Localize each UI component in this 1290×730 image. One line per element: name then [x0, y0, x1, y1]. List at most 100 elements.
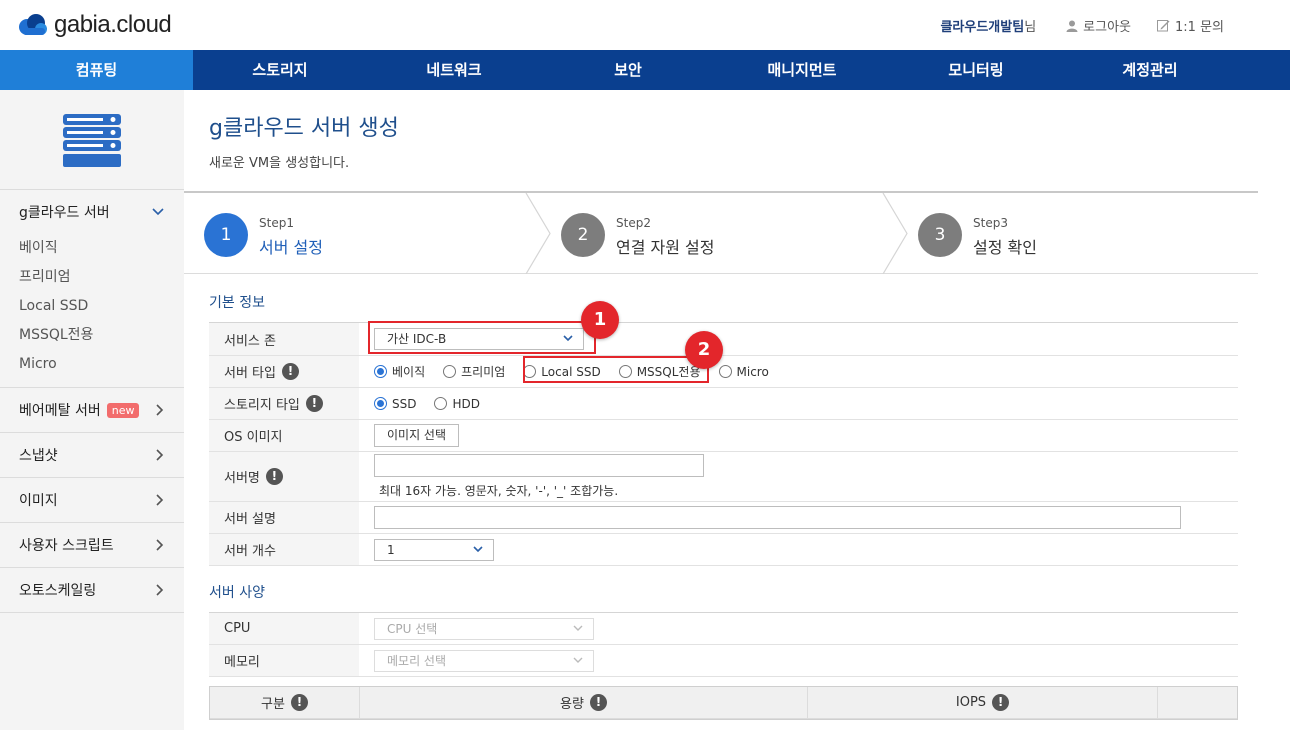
basic-info-title: 기본 정보 — [209, 295, 265, 311]
sidebar-item-basic[interactable]: 베이직 — [19, 234, 184, 263]
chevron-down-icon — [473, 545, 483, 552]
server-type-micro-label: Micro — [736, 364, 769, 379]
row-os-image: OS 이미지 이미지 선택 — [209, 420, 1238, 452]
sidebar-item-micro[interactable]: Micro — [19, 350, 184, 379]
storage-ssd-radio[interactable]: SSD — [374, 397, 416, 411]
main-nav: 컴퓨팅 스토리지 네트워크 보안 매니지먼트 모니터링 계정관리 — [0, 50, 1290, 90]
sidebar-snapshot-toggle[interactable]: 스냅샷 — [0, 433, 184, 477]
server-type-basic-label: 베이직 — [392, 365, 426, 379]
nav-network[interactable]: 네트워크 — [367, 50, 541, 90]
col-capacity: 용량! — [360, 687, 808, 718]
step-2-label: Step2 — [616, 216, 651, 230]
step-1-circle: 1 — [204, 213, 248, 257]
col-extra — [1158, 687, 1237, 718]
col-capacity-label: 용량 — [560, 697, 584, 712]
logout-link[interactable]: 로그아웃 — [1066, 16, 1131, 35]
storage-hdd-radio[interactable]: HDD — [434, 397, 480, 411]
memory-cell: 메모리 선택 — [359, 645, 1238, 676]
logo[interactable]: gabia.cloud — [18, 10, 172, 40]
server-type-label-cell: 서버 타입! — [209, 356, 359, 387]
sidebar-image-toggle[interactable]: 이미지 — [0, 478, 184, 522]
col-iops: IOPS! — [808, 687, 1158, 718]
sidebar-item-local-ssd[interactable]: Local SSD — [19, 292, 184, 321]
service-zone-label: 서비스 존 — [209, 323, 359, 355]
nav-account[interactable]: 계정관리 — [1063, 50, 1237, 90]
page-title: g클라우드 서버 생성 — [209, 116, 399, 141]
sidebar-sub-list: 베이직 프리미엄 Local SSD MSSQL전용 Micro — [0, 234, 184, 387]
sidebar-gcloud-server-toggle[interactable]: g클라우드 서버 — [0, 190, 184, 234]
server-type-label: 서버 타입 — [224, 366, 276, 381]
sidebar-baremetal-label: 베어메탈 서버 new — [19, 400, 140, 420]
radio-icon — [443, 365, 457, 378]
server-category-banner — [0, 90, 184, 190]
chevron-down-icon — [573, 625, 583, 631]
sidebar-group-baremetal: 베어메탈 서버 new — [0, 388, 184, 433]
row-cpu: CPU CPU 선택 — [209, 613, 1238, 645]
nav-storage[interactable]: 스토리지 — [193, 50, 367, 90]
server-type-options: 베이직 프리미엄 Local SSD MSSQL전용 Micro — [359, 356, 1238, 387]
cpu-label: CPU — [209, 613, 359, 644]
info-icon[interactable]: ! — [281, 363, 299, 380]
sidebar-baremetal-toggle[interactable]: 베어메탈 서버 new — [0, 388, 184, 432]
row-service-zone: 서비스 존 가산 IDC-B — [209, 323, 1238, 356]
nav-security[interactable]: 보안 — [541, 50, 715, 90]
server-name-hint: 최대 16자 가능. 영문자, 숫자, '-', '_' 조합가능. — [379, 484, 619, 498]
chevron-down-icon — [573, 657, 583, 663]
info-icon[interactable]: ! — [305, 395, 323, 412]
sidebar-group-snapshot: 스냅샷 — [0, 433, 184, 478]
sidebar-user-script-toggle[interactable]: 사용자 스크립트 — [0, 523, 184, 567]
col-type-label: 구분 — [261, 697, 285, 712]
main-content: g클라우드 서버 생성 새로운 VM을 생성합니다. 1 Step1 서버 설정… — [184, 90, 1258, 730]
server-count-value: 1 — [387, 542, 395, 557]
row-memory: 메모리 메모리 선택 — [209, 645, 1238, 677]
highlight-box-server-type — [523, 356, 709, 383]
col-iops-label: IOPS — [955, 695, 987, 710]
sidebar-group-label: g클라우드 서버 — [19, 205, 110, 221]
new-badge: new — [106, 403, 140, 418]
info-icon[interactable]: ! — [290, 694, 308, 711]
highlight-box-zone — [368, 321, 596, 354]
step-2-name: 연결 자원 설정 — [616, 238, 715, 257]
server-name-input[interactable] — [374, 454, 704, 477]
step-3-name: 설정 확인 — [973, 238, 1037, 257]
memory-select[interactable]: 메모리 선택 — [374, 649, 594, 672]
nav-monitoring[interactable]: 모니터링 — [889, 50, 1063, 90]
info-icon[interactable]: ! — [589, 694, 607, 711]
team-name[interactable]: 클라우드개발팀 — [940, 16, 1024, 35]
team-suffix: 님 — [1024, 20, 1037, 35]
nav-computing[interactable]: 컴퓨팅 — [0, 50, 193, 90]
inquiry-link[interactable]: 1:1 문의 — [1157, 16, 1224, 35]
row-storage-type: 스토리지 타입! SSD HDD — [209, 388, 1238, 420]
server-type-premium-radio[interactable]: 프리미엄 — [443, 363, 505, 380]
server-spec-title: 서버 사양 — [209, 585, 265, 601]
server-count-select[interactable]: 1 — [374, 538, 494, 561]
storage-type-label-cell: 스토리지 타입! — [209, 388, 359, 419]
nav-management[interactable]: 매니지먼트 — [715, 50, 889, 90]
radio-icon — [434, 397, 448, 410]
server-type-micro-radio[interactable]: Micro — [718, 364, 769, 379]
step-2-circle: 2 — [561, 213, 605, 257]
disk-spec-table: 구분! 용량! IOPS! — [209, 686, 1238, 720]
server-type-premium-label: 프리미엄 — [461, 365, 506, 379]
memory-placeholder: 메모리 선택 — [387, 653, 447, 668]
select-image-button[interactable]: 이미지 선택 — [374, 424, 460, 447]
radio-icon — [718, 365, 732, 378]
step-indicator: 1 Step1 서버 설정 2 Step2 연결 자원 설정 3 Step3 설… — [184, 193, 1258, 274]
sidebar-autoscaling-toggle[interactable]: 오토스케일링 — [0, 568, 184, 612]
chevron-right-icon — [156, 584, 164, 596]
sidebar-item-mssql[interactable]: MSSQL전용 — [19, 321, 184, 350]
server-name-label: 서버명 — [224, 471, 260, 486]
cpu-select[interactable]: CPU 선택 — [374, 617, 594, 640]
row-server-count: 서버 개수 1 — [209, 534, 1238, 566]
edit-icon — [1157, 20, 1170, 32]
step-1-name: 서버 설정 — [259, 238, 323, 257]
sidebar-user-script-label: 사용자 스크립트 — [19, 538, 114, 554]
info-icon[interactable]: ! — [992, 694, 1010, 711]
info-icon[interactable]: ! — [265, 468, 283, 485]
server-type-basic-radio[interactable]: 베이직 — [374, 363, 425, 380]
row-server-name: 서버명! 최대 16자 가능. 영문자, 숫자, '-', '_' 조합가능. — [209, 452, 1238, 502]
step-chevron-divider — [525, 193, 551, 274]
sidebar: g클라우드 서버 베이직 프리미엄 Local SSD MSSQL전용 Micr… — [0, 90, 184, 730]
server-desc-input[interactable] — [374, 506, 1181, 529]
sidebar-item-premium[interactable]: 프리미엄 — [19, 263, 184, 292]
